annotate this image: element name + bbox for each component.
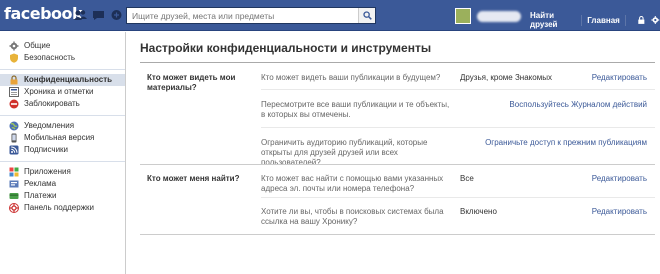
globe-icon xyxy=(9,121,19,131)
sidebar-item-notifications[interactable]: Уведомления xyxy=(0,120,125,132)
sidebar-item-ads[interactable]: Реклама xyxy=(0,178,125,190)
section-who-can-find: Кто может меня найти? Кто может вас найт… xyxy=(140,165,655,230)
profile-link[interactable] xyxy=(455,8,521,24)
gear-icon xyxy=(9,41,19,51)
nav-divider xyxy=(581,14,583,26)
row-divider xyxy=(261,89,655,90)
sidebar-item-label: Подписчики xyxy=(24,145,69,154)
mobile-icon xyxy=(11,133,17,143)
setting-question: Кто может вас найти с помощью вами указа… xyxy=(261,174,444,193)
row-divider xyxy=(261,197,655,198)
sidebar-item-label: Платежи xyxy=(24,191,57,200)
setting-value: Все xyxy=(460,174,474,183)
search-icon xyxy=(363,11,372,20)
edit-link[interactable]: Редактировать xyxy=(592,207,647,216)
sidebar-item-payments[interactable]: Платежи xyxy=(0,190,125,202)
search-box xyxy=(126,7,376,24)
sidebar-item-label: Мобильная версия xyxy=(24,133,95,142)
home-link[interactable]: Главная xyxy=(587,16,620,25)
setting-question: Кто может видеть ваши публикации в будущ… xyxy=(261,73,441,82)
setting-value: Включено xyxy=(460,207,497,216)
sidebar-item-timeline-tagging[interactable]: Хроника и отметки xyxy=(0,86,125,98)
sidebar-divider xyxy=(0,115,125,116)
sidebar-item-label: Уведомления xyxy=(24,121,75,130)
privacy-shortcuts-icon[interactable] xyxy=(637,15,646,25)
sidebar-item-apps[interactable]: Приложения xyxy=(0,166,125,178)
activity-log-link[interactable]: Воспользуйтесь Журналом действий xyxy=(509,100,647,109)
sidebar-item-privacy[interactable]: Конфиденциальность xyxy=(0,74,125,86)
ads-icon xyxy=(9,180,19,188)
sidebar-item-label: Заблокировать xyxy=(24,99,80,108)
sidebar-divider xyxy=(0,69,125,70)
sidebar-item-security[interactable]: Безопасность xyxy=(0,52,125,64)
top-nav: Найти друзей Главная xyxy=(530,11,660,29)
block-icon xyxy=(9,99,19,109)
avatar[interactable] xyxy=(455,8,471,24)
top-bar: facebook Найти друзей Главная xyxy=(0,0,660,31)
setting-question: Пересмотрите все ваши публикации и те об… xyxy=(261,100,450,119)
setting-question: Хотите ли вы, чтобы в поисковых системах… xyxy=(261,207,444,226)
account-settings-gear-icon[interactable] xyxy=(651,15,660,25)
setting-value: Друзья, кроме Знакомых xyxy=(460,73,552,82)
sidebar-item-general[interactable]: Общие xyxy=(0,40,125,52)
section-label: Кто может меня найти? xyxy=(147,174,240,183)
rss-icon xyxy=(9,145,19,155)
timeline-icon xyxy=(9,87,19,97)
section-label: Кто может видеть мои материалы? xyxy=(147,73,236,92)
limit-past-posts-link[interactable]: Ограничьте доступ к прежним публикациям xyxy=(485,138,647,147)
section-who-can-see: Кто может видеть мои материалы? Кто може… xyxy=(140,63,655,172)
edit-link[interactable]: Редактировать xyxy=(592,174,647,183)
search-input[interactable] xyxy=(127,8,355,23)
sidebar-item-label: Приложения xyxy=(24,167,71,176)
sidebar-item-mobile[interactable]: Мобильная версия xyxy=(0,132,125,144)
sidebar-item-label: Общие xyxy=(24,41,51,50)
sidebar-item-blocking[interactable]: Заблокировать xyxy=(0,98,125,110)
sidebar-item-label: Панель поддержки xyxy=(24,203,95,212)
messages-icon[interactable] xyxy=(92,9,105,21)
notifications-icon[interactable] xyxy=(110,9,123,21)
notification-jewels xyxy=(74,9,123,21)
search-button[interactable] xyxy=(358,8,375,23)
lock-icon xyxy=(10,75,18,85)
nav-divider xyxy=(624,14,626,26)
facebook-logo[interactable]: facebook xyxy=(4,4,83,23)
sidebar-item-support-dashboard[interactable]: Панель поддержки xyxy=(0,202,125,214)
apps-icon xyxy=(9,167,19,177)
row-divider xyxy=(261,127,655,128)
page-title: Настройки конфиденциальности и инструмен… xyxy=(140,41,432,55)
find-friends-link[interactable]: Найти друзей xyxy=(530,11,576,29)
sidebar-divider xyxy=(0,161,125,162)
username-redacted xyxy=(477,10,521,22)
section-divider xyxy=(140,234,655,235)
settings-sidebar: Общие Безопасность Конфиденциальность Хр… xyxy=(0,32,126,274)
friend-requests-icon[interactable] xyxy=(74,9,87,21)
shield-icon xyxy=(10,53,18,63)
sidebar-item-followers[interactable]: Подписчики xyxy=(0,144,125,156)
payments-icon xyxy=(9,193,19,199)
support-icon xyxy=(9,203,19,213)
sidebar-item-label: Безопасность xyxy=(24,53,76,62)
edit-link[interactable]: Редактировать xyxy=(592,73,647,82)
sidebar-item-label: Конфиденциальность xyxy=(24,75,113,84)
sidebar-item-label: Реклама xyxy=(24,179,57,188)
sidebar-item-label: Хроника и отметки xyxy=(24,87,94,96)
